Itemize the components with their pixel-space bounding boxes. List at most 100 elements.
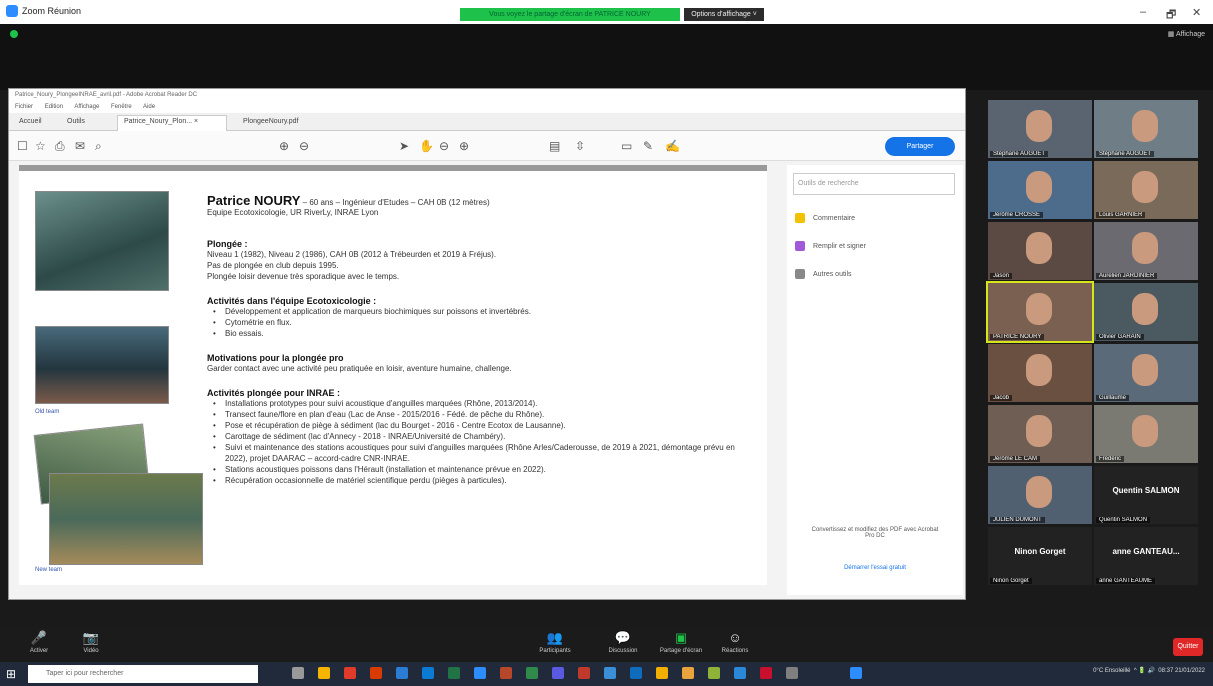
outlook-taskbar-icon[interactable] (630, 667, 642, 679)
word-taskbar-icon[interactable] (396, 667, 408, 679)
share-banner: Vous voyez le partage d'écran de PATRICE… (460, 8, 680, 21)
participant-tile[interactable]: Jason (988, 222, 1092, 280)
share-screen-button[interactable]: ▣ Partage d'écran (656, 630, 706, 654)
participant-tile[interactable]: Jérôme CROSSE (988, 161, 1092, 219)
audio-button[interactable]: 🎤 Activer (14, 630, 64, 654)
participant-tile[interactable]: Jérôme LE CAM (988, 405, 1092, 463)
zoom-in-icon[interactable]: ⊕ (459, 139, 469, 153)
powerpoint-taskbar-icon[interactable] (500, 667, 512, 679)
view-button[interactable]: ▦ Affichage (1168, 30, 1205, 38)
chat-button[interactable]: 💬 Discussion (598, 630, 648, 654)
pen-icon[interactable]: ✎ (643, 139, 653, 153)
close-button[interactable]: ✕ (1192, 6, 1201, 19)
more-tools[interactable]: Autres outils (795, 269, 852, 279)
participant-tile[interactable]: JULIEN DUMONT (988, 466, 1092, 524)
zoom-taskbar-icon[interactable] (474, 667, 486, 679)
participant-tile[interactable]: Stéphane AUGUET (988, 100, 1092, 158)
zoom-active-taskbar-icon[interactable] (850, 667, 862, 679)
bookmark-icon[interactable]: ☐ (17, 139, 28, 153)
clock-date[interactable]: 21/01/2022 (1175, 668, 1205, 674)
participant-tile[interactable]: Olivier GARAIN (1094, 283, 1198, 341)
star-icon[interactable]: ☆ (35, 139, 46, 153)
participant-tile[interactable]: anne GANTEAU... anne GANTEAUME (1094, 527, 1198, 585)
participant-tile[interactable]: Guillaume (1094, 344, 1198, 402)
sign-icon[interactable]: ✍ (665, 139, 680, 153)
share-pdf-button[interactable]: Partager (885, 137, 955, 156)
search-icon[interactable]: ⌕ (95, 139, 102, 154)
reactions-button[interactable]: ☺ Réactions (710, 630, 760, 654)
cv-text: Patrice NOURY – 60 ans – Ingénieur d'Etu… (207, 193, 757, 486)
tab-home[interactable]: Accueil (13, 116, 48, 127)
tools-search-input[interactable]: Outils de recherche (793, 173, 955, 195)
leave-meeting-button[interactable]: Quitter (1173, 638, 1203, 656)
windows-taskbar: ⊞ Taper ici pour rechercher 0°C Ensoleil… (0, 662, 1213, 686)
participant-tile[interactable]: Ninon Gorget Ninon Gorget (988, 527, 1092, 585)
participant-tile[interactable]: Aurelien JARDINIER (1094, 222, 1198, 280)
teams-taskbar-icon[interactable] (552, 667, 564, 679)
camera-icon: 📷 (82, 630, 100, 645)
participant-name: anne GANTEAUME (1096, 578, 1156, 584)
app6-taskbar-icon[interactable] (708, 667, 720, 679)
task-view-icon[interactable] (292, 667, 304, 679)
excel-taskbar-icon[interactable] (448, 667, 460, 679)
video-button[interactable]: 📷 Vidéo (66, 630, 116, 654)
scroll-icon[interactable]: ⇳ (575, 139, 585, 153)
menu-window[interactable]: Fenêtre (111, 104, 132, 110)
participants-button[interactable]: 👥 Participants (530, 630, 580, 654)
menu-edit[interactable]: Edition (45, 104, 63, 110)
tab-tools[interactable]: Outils (61, 116, 91, 127)
acrobat-toolbar: ☐ ☆ ⎙ ✉ ⌕ ⊕ ⊖ ➤ ✋ ⊖ ⊕ ▤ ⇳ ▭ ✎ ✍ Partager (9, 131, 965, 161)
reactions-label: Réactions (721, 648, 749, 654)
plongee-line: Pas de plongée en club depuis 1995. (207, 261, 339, 270)
page-down-icon[interactable]: ⊖ (299, 139, 309, 153)
taskbar-search-input[interactable]: Taper ici pour rechercher (28, 665, 258, 683)
weather-widget[interactable]: 0°C Ensoleillé (1093, 668, 1130, 674)
participant-video (1026, 476, 1052, 508)
app4-taskbar-icon[interactable] (656, 667, 668, 679)
app2-taskbar-icon[interactable] (578, 667, 590, 679)
security-shield-icon[interactable] (10, 30, 18, 38)
cursor-icon[interactable]: ➤ (399, 139, 409, 153)
zoom-top-area (0, 24, 1213, 90)
participant-tile[interactable]: Louis GARNIER (1094, 161, 1198, 219)
page-up-icon[interactable]: ⊕ (279, 139, 289, 153)
page-fit-icon[interactable]: ▤ (549, 139, 560, 153)
participant-tile[interactable]: Frédéric (1094, 405, 1198, 463)
acrobat-taskbar-icon[interactable] (344, 667, 356, 679)
edge-taskbar-icon[interactable] (422, 667, 434, 679)
app9-taskbar-icon[interactable] (786, 667, 798, 679)
hand-icon[interactable]: ✋ (419, 139, 434, 153)
list-item: Stations acoustiques poissons dans l'Hér… (207, 464, 757, 475)
menu-file[interactable]: Fichier (15, 104, 33, 110)
participant-tile[interactable]: PATRICE NOURY (986, 281, 1094, 343)
motivations-heading: Motivations pour la plongée pro (207, 353, 344, 363)
tab-doc-active[interactable]: Patrice_Noury_Plon... × (117, 115, 227, 131)
app5-taskbar-icon[interactable] (682, 667, 694, 679)
windows-start-icon[interactable]: ⊞ (6, 667, 16, 681)
comment-icon[interactable]: ▭ (621, 139, 632, 153)
trial-link[interactable]: Démarrer l'essai gratuit (807, 565, 943, 571)
person-name: Patrice NOURY (207, 193, 301, 208)
file-explorer-icon[interactable] (318, 667, 330, 679)
fill-sign-tool[interactable]: Remplir et signer (795, 241, 866, 251)
participant-tile[interactable]: Stéphane AUGUET (1094, 100, 1198, 158)
office-taskbar-icon[interactable] (370, 667, 382, 679)
participant-tile[interactable]: Quentin SALMON Quentin SALMON (1094, 466, 1198, 524)
view-options-button[interactable]: Options d'affichage ˅ (684, 8, 764, 21)
minimize-button[interactable]: – (1140, 6, 1146, 18)
clock-time[interactable]: 08:37 (1158, 668, 1173, 674)
maximize-button[interactable]: 🗗 (1166, 6, 1176, 25)
participant-tile[interactable]: Jacob (988, 344, 1092, 402)
tab-doc-2[interactable]: PlongeeNoury.pdf (237, 116, 305, 127)
print-icon[interactable]: ⎙ (55, 139, 65, 154)
app8-taskbar-icon[interactable] (760, 667, 772, 679)
app7-taskbar-icon[interactable] (734, 667, 746, 679)
app-taskbar-icon[interactable] (526, 667, 538, 679)
menu-help[interactable]: Aide (143, 104, 155, 110)
menu-view[interactable]: Affichage (74, 104, 99, 110)
app3-taskbar-icon[interactable] (604, 667, 616, 679)
zoom-out-icon[interactable]: ⊖ (439, 139, 449, 153)
zoom-titlebar: Zoom Réunion Vous voyez le partage d'écr… (0, 0, 1213, 24)
mail-icon[interactable]: ✉ (75, 139, 85, 153)
comment-tool[interactable]: Commentaire (795, 213, 855, 223)
